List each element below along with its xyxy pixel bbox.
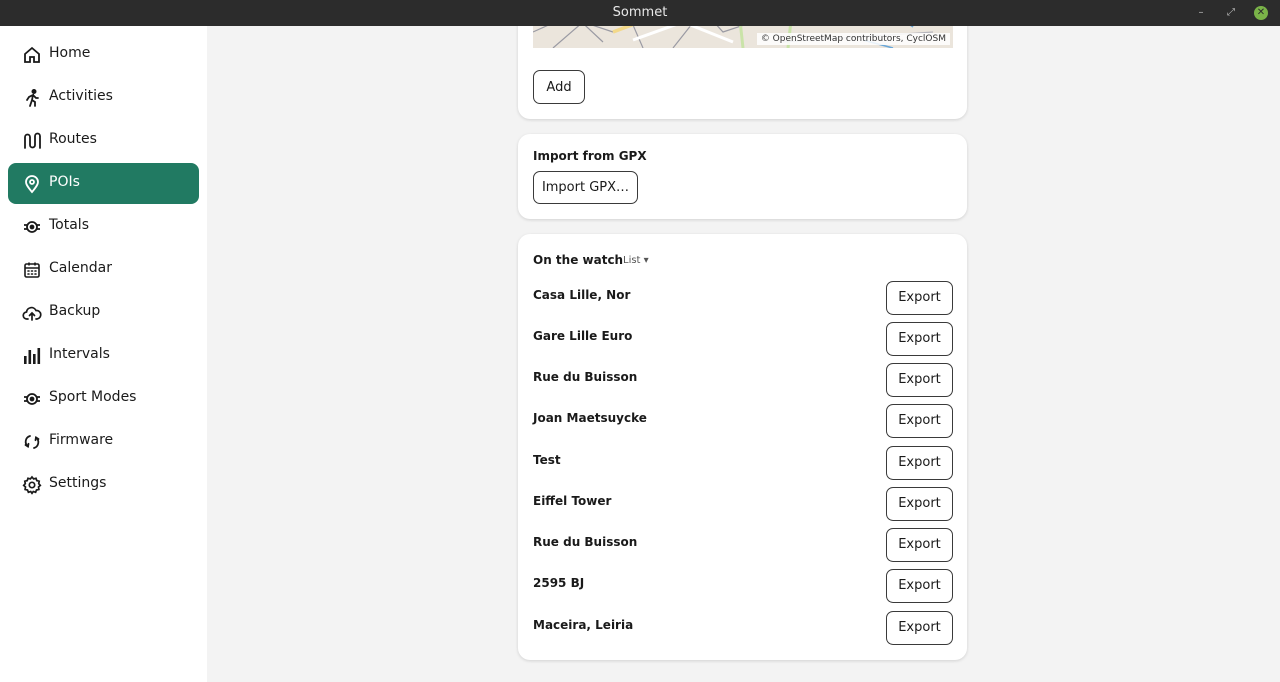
export-button[interactable]: Export <box>886 487 953 521</box>
window-titlebar: Sommet – ⤢ ✕ <box>0 0 1280 26</box>
runner-icon <box>26 88 39 107</box>
sidebar-item-label: Sport Modes <box>49 389 137 405</box>
list-item: Eiffel Tower Export <box>518 487 967 528</box>
export-button[interactable]: Export <box>886 322 953 356</box>
cloud-upload-icon <box>22 306 42 321</box>
list-item: 2595 BJ Export <box>518 569 967 610</box>
sidebar-item-settings[interactable]: Settings <box>8 464 199 505</box>
add-button[interactable]: Add <box>533 70 585 104</box>
gear-icon <box>22 475 42 495</box>
sidebar-item-label: Calendar <box>49 260 112 276</box>
sidebar-item-intervals[interactable]: Intervals <box>8 335 199 376</box>
maximize-button[interactable]: ⤢ <box>1224 6 1238 20</box>
import-card-title: Import from GPX <box>533 149 647 163</box>
list-item: Casa Lille, Nor Export <box>518 281 967 322</box>
calendar-icon <box>24 262 40 278</box>
sidebar-item-label: Home <box>49 45 91 61</box>
poi-name: Rue du Buisson <box>533 370 638 384</box>
map-pin-icon <box>25 175 39 194</box>
sidebar-item-pois[interactable]: POIs <box>8 163 199 204</box>
sidebar-item-label: Backup <box>49 303 101 319</box>
list-item: Rue du Buisson Export <box>518 528 967 569</box>
main-content[interactable]: © OpenStreetMap contributors, CyclOSM Ad… <box>207 26 1280 682</box>
poi-name: Maceira, Leiria <box>533 618 634 632</box>
poi-name: Rue du Buisson <box>533 535 638 549</box>
sidebar-item-label: Totals <box>49 217 89 233</box>
add-poi-card: © OpenStreetMap contributors, CyclOSM Ad… <box>518 26 967 119</box>
sidebar-item-sport-modes[interactable]: Sport Modes <box>8 378 199 419</box>
sidebar-item-label: Routes <box>49 131 97 147</box>
sidebar-item-firmware[interactable]: Firmware <box>8 421 199 462</box>
sidebar-item-label: Intervals <box>49 346 110 362</box>
poi-name: Casa Lille, Nor <box>533 288 631 302</box>
sidebar-item-totals[interactable]: Totals <box>8 206 199 247</box>
export-button[interactable]: Export <box>886 611 953 645</box>
export-button[interactable]: Export <box>886 528 953 562</box>
route-icon <box>24 132 41 149</box>
list-item: Joan Maetsuycke Export <box>518 404 967 445</box>
sidebar-item-activities[interactable]: Activities <box>8 77 199 118</box>
watch-icon <box>24 393 40 405</box>
refresh-icon <box>24 435 40 449</box>
list-item: Test Export <box>518 446 967 487</box>
on-the-watch-card: On the watch List ▾ Casa Lille, Nor Expo… <box>518 234 967 660</box>
export-button[interactable]: Export <box>886 569 953 603</box>
list-item: Gare Lille Euro Export <box>518 322 967 363</box>
view-mode-select[interactable]: List ▾ <box>623 255 649 266</box>
minimize-button[interactable]: – <box>1194 6 1208 20</box>
export-button[interactable]: Export <box>886 446 953 480</box>
poi-name: Test <box>533 453 561 467</box>
export-button[interactable]: Export <box>886 404 953 438</box>
list-item: Maceira, Leiria Export <box>518 611 967 652</box>
map-attribution: © OpenStreetMap contributors, CyclOSM <box>756 33 950 45</box>
export-button[interactable]: Export <box>886 281 953 315</box>
watch-icon <box>24 221 40 233</box>
bars-icon <box>24 348 41 364</box>
poi-name: Gare Lille Euro <box>533 329 633 343</box>
sidebar-item-label: Activities <box>49 88 113 104</box>
sidebar-item-label: Firmware <box>49 432 114 448</box>
import-gpx-card: Import from GPX Import GPX… <box>518 134 967 219</box>
poi-name: Eiffel Tower <box>533 494 612 508</box>
close-button[interactable]: ✕ <box>1254 6 1268 20</box>
sidebar-item-home[interactable]: Home <box>8 34 199 75</box>
map-view[interactable]: © OpenStreetMap contributors, CyclOSM <box>533 26 953 48</box>
sidebar: Home Activities Routes POIs Totals Calen… <box>0 26 207 682</box>
list-item: Rue du Buisson Export <box>518 363 967 404</box>
export-button[interactable]: Export <box>886 363 953 397</box>
sidebar-item-label: Settings <box>49 475 107 491</box>
sidebar-item-routes[interactable]: Routes <box>8 120 199 161</box>
poi-name: 2595 BJ <box>533 576 585 590</box>
watch-card-title: On the watch <box>533 253 624 267</box>
import-gpx-button[interactable]: Import GPX… <box>533 171 638 204</box>
sidebar-item-calendar[interactable]: Calendar <box>8 249 199 290</box>
sidebar-item-label: POIs <box>49 174 80 190</box>
sidebar-item-backup[interactable]: Backup <box>8 292 199 333</box>
home-icon <box>24 46 40 63</box>
poi-name: Joan Maetsuycke <box>533 411 647 425</box>
window-title: Sommet <box>612 5 668 20</box>
